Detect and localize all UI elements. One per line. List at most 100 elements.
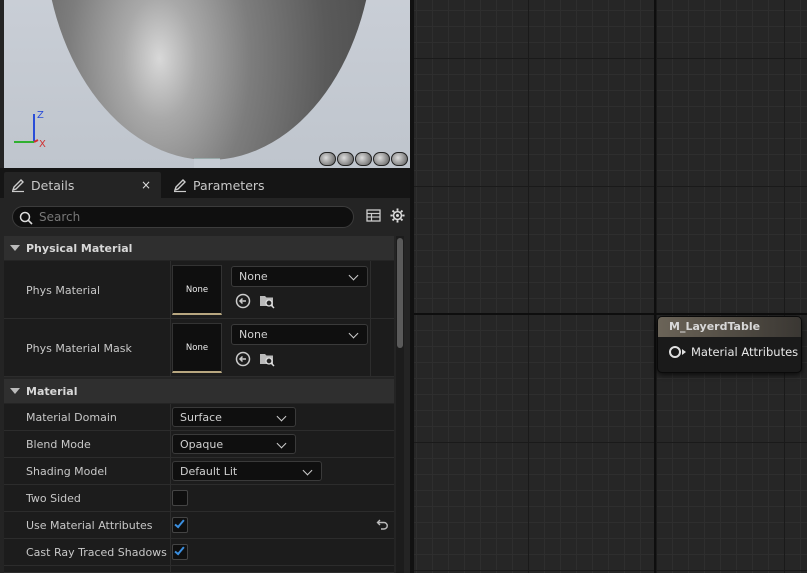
property-row-phys-material-mask: Phys Material Mask None None <box>4 319 394 377</box>
node-title: M_LayerdTable <box>658 317 801 337</box>
property-row-phys-material: Phys Material None None <box>4 261 394 319</box>
tab-details-label: Details <box>31 177 75 193</box>
column-splitter[interactable] <box>170 404 171 430</box>
property-label: Shading Model <box>26 465 108 478</box>
chevron-down-icon <box>276 411 287 422</box>
column-splitter[interactable] <box>170 539 171 565</box>
cylinder-preview-button[interactable] <box>319 152 336 166</box>
column-splitter[interactable] <box>170 431 171 457</box>
asset-picker-value: None <box>239 328 268 341</box>
preview-viewport[interactable]: Z X <box>4 0 410 168</box>
column-splitter[interactable] <box>170 512 171 538</box>
preview-sphere <box>44 0 374 160</box>
two-sided-checkbox[interactable] <box>172 490 188 506</box>
dropdown-value: Default Lit <box>180 465 238 478</box>
asset-picker-combo[interactable]: None <box>231 266 368 287</box>
collapse-arrow-icon <box>10 245 20 251</box>
search-input[interactable] <box>39 209 339 225</box>
property-label: Material Domain <box>26 411 117 424</box>
search-box[interactable] <box>12 206 354 228</box>
tab-parameters[interactable]: Parameters <box>168 172 328 198</box>
checkmark-icon <box>174 517 185 529</box>
column-splitter[interactable] <box>170 485 171 511</box>
checkmark-icon <box>174 544 185 556</box>
category-physical-material[interactable]: Physical Material <box>4 236 394 260</box>
column-splitter <box>170 566 171 572</box>
asset-tools <box>235 293 275 309</box>
column-splitter-right <box>370 319 371 376</box>
dropdown-value: Opaque <box>180 438 224 451</box>
settings-gear-icon[interactable] <box>390 208 405 223</box>
node-pin-row: Material Attributes <box>658 337 801 359</box>
panel-tab-bar: Details × Parameters <box>0 168 410 198</box>
property-label: Use Material Attributes <box>26 519 153 532</box>
details-scrollbar[interactable] <box>396 236 404 573</box>
mesh-preview-button[interactable] <box>391 152 408 166</box>
category-label: Physical Material <box>26 241 133 255</box>
property-row-partial <box>4 566 394 573</box>
chevron-down-icon <box>348 328 359 339</box>
result-node[interactable]: M_LayerdTable Material Attributes <box>657 316 802 373</box>
plane-preview-button[interactable] <box>355 152 372 166</box>
blend-mode-dropdown[interactable]: Opaque <box>172 434 296 454</box>
property-label: Two Sided <box>26 492 81 505</box>
asset-picker-combo[interactable]: None <box>231 324 368 345</box>
search-icon <box>19 211 33 225</box>
property-row-cast-ray-traced-shadows: Cast Ray Traced Shadows <box>4 539 394 566</box>
category-label: Material <box>26 384 78 398</box>
details-pen-icon <box>11 179 24 193</box>
shading-model-dropdown[interactable]: Default Lit <box>172 461 322 481</box>
chevron-down-icon <box>276 438 287 449</box>
column-splitter[interactable] <box>170 261 171 318</box>
axis-x-label: X <box>39 139 46 148</box>
graph-axis-vertical <box>654 0 656 573</box>
property-label: Phys Material <box>26 284 101 297</box>
asset-thumbnail[interactable]: None <box>172 323 222 373</box>
dropdown-value: Surface <box>180 411 222 424</box>
property-row-blend-mode: Blend Mode Opaque <box>4 431 394 458</box>
close-tab-icon[interactable]: × <box>141 178 151 192</box>
preview-shape-buttons <box>319 152 408 166</box>
property-label: Blend Mode <box>26 438 91 451</box>
chevron-down-icon <box>348 270 359 281</box>
use-material-attributes-checkbox[interactable] <box>172 517 188 533</box>
details-panel: Physical Material Phys Material None Non… <box>4 198 410 573</box>
node-pin-label: Material Attributes <box>691 345 799 359</box>
tab-parameters-label: Parameters <box>193 177 265 193</box>
chevron-down-icon <box>302 465 313 476</box>
material-attributes-pin-icon[interactable] <box>669 346 681 358</box>
cube-preview-button[interactable] <box>373 152 390 166</box>
sphere-preview-button[interactable] <box>337 152 354 166</box>
material-graph[interactable] <box>414 0 807 573</box>
pin-arrow-icon <box>682 349 686 355</box>
use-selected-arrow-icon[interactable] <box>235 351 251 367</box>
table-view-icon[interactable] <box>366 209 381 222</box>
property-label: Cast Ray Traced Shadows <box>26 546 167 559</box>
material-domain-dropdown[interactable]: Surface <box>172 407 296 427</box>
property-label: Phys Material Mask <box>26 342 132 355</box>
reset-to-default-icon[interactable] <box>376 518 389 530</box>
property-row-shading-model: Shading Model Default Lit <box>4 458 394 485</box>
property-row-material-domain: Material Domain Surface <box>4 404 394 431</box>
property-row-use-material-attributes: Use Material Attributes <box>4 512 394 539</box>
scrollbar-thumb[interactable] <box>397 238 403 348</box>
asset-picker-value: None <box>239 270 268 283</box>
preview-pedestal <box>194 158 220 168</box>
column-splitter[interactable] <box>170 319 171 376</box>
use-selected-arrow-icon[interactable] <box>235 293 251 309</box>
category-material[interactable]: Material <box>4 379 394 403</box>
axis-z-label: Z <box>37 110 44 121</box>
browse-folder-icon[interactable] <box>259 351 275 367</box>
graph-axis-horizontal <box>414 313 807 315</box>
column-splitter[interactable] <box>170 458 171 484</box>
browse-folder-icon[interactable] <box>259 293 275 309</box>
material-editor: Z X M_LayerdTable Material Attributes De… <box>0 0 807 573</box>
cast-ray-traced-shadows-checkbox[interactable] <box>172 544 188 560</box>
property-row-two-sided: Two Sided <box>4 485 394 512</box>
column-splitter-right <box>370 261 371 318</box>
collapse-arrow-icon <box>10 388 20 394</box>
asset-thumbnail[interactable]: None <box>172 265 222 315</box>
axis-gizmo-icon: Z X <box>14 110 46 148</box>
tab-details[interactable]: Details × <box>4 172 161 198</box>
parameters-pen-icon <box>173 179 186 193</box>
